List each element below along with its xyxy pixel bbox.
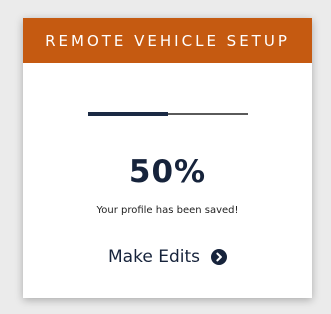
setup-card: REMOTE VEHICLE SETUP 50% Your profile ha… — [23, 18, 312, 298]
progress-percent: 50% — [128, 154, 207, 190]
make-edits-label: Make Edits — [108, 247, 200, 267]
progress-bar-fill — [88, 112, 168, 116]
status-message: Your profile has been saved! — [96, 205, 239, 216]
make-edits-link[interactable]: Make Edits — [23, 247, 312, 267]
progress-bar — [88, 112, 248, 116]
card-header: REMOTE VEHICLE SETUP — [23, 18, 312, 63]
card-title: REMOTE VEHICLE SETUP — [45, 31, 290, 50]
chevron-right-circle-icon — [210, 249, 227, 265]
